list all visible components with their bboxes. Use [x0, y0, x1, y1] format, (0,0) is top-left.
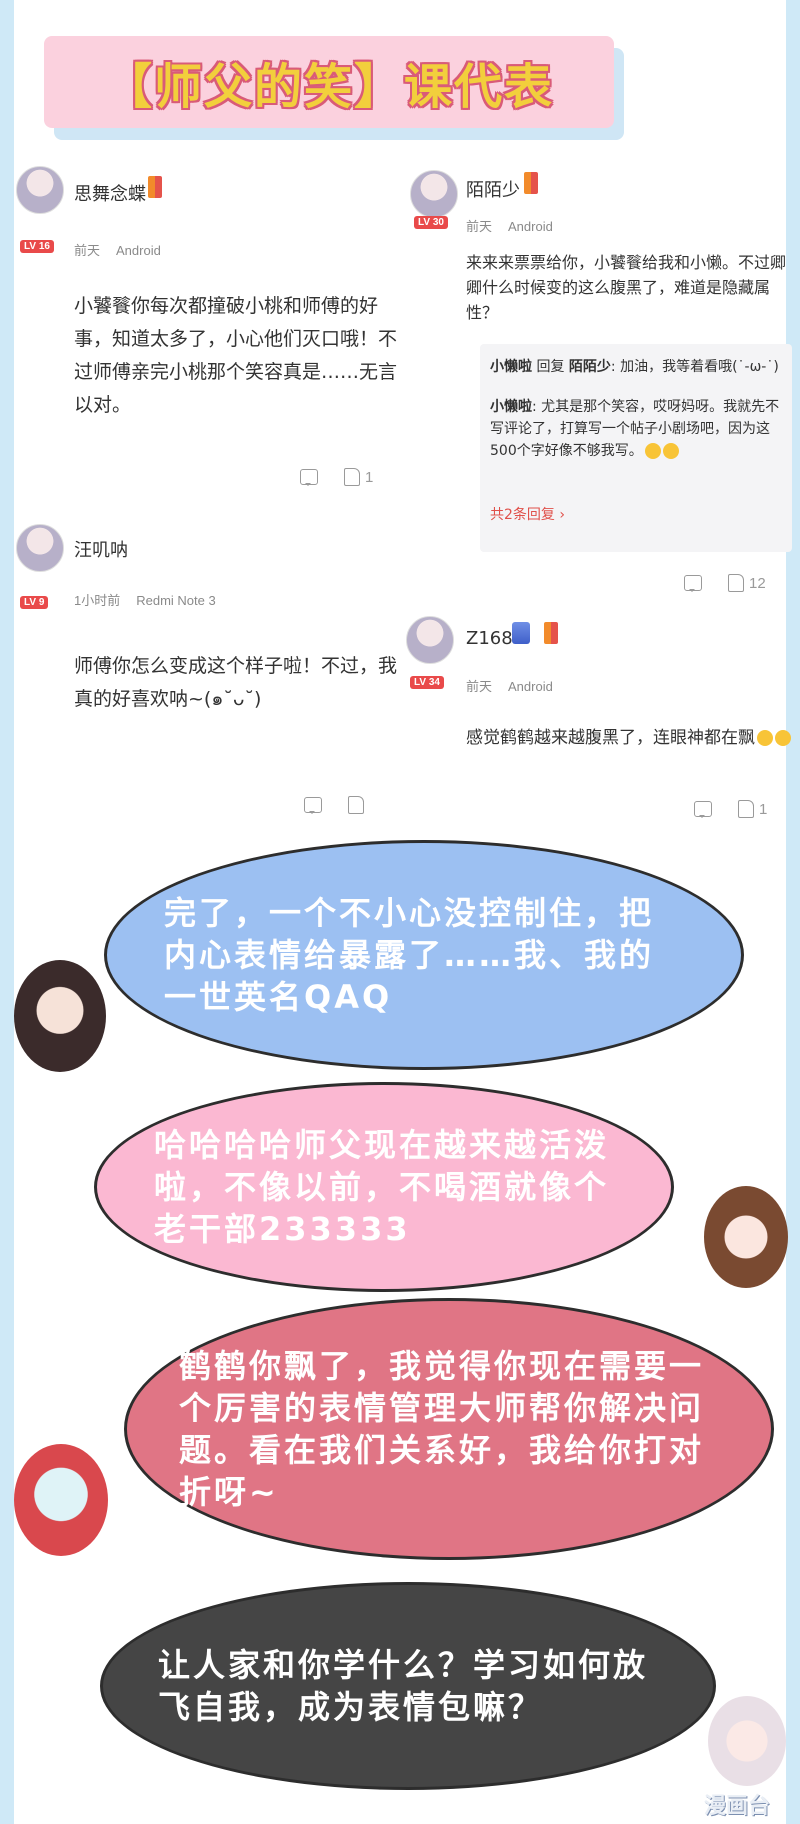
level-badge: LV 16 [20, 240, 54, 253]
level-badge: LV 34 [410, 676, 444, 689]
comment-text-content: 感觉鹤鹤越来越腹黑了，连眼神都在飘 [466, 728, 755, 748]
reply-icon[interactable] [304, 797, 322, 814]
like-button[interactable]: 1 [738, 800, 767, 818]
fan-badge-icon [148, 176, 162, 198]
speech-bubble-red: 鹤鹤你飘了，我觉得你现在需要一个厉害的表情管理大师帮你解决问题。看在我们关系好，… [124, 1298, 774, 1560]
page-title: 【师父的笑】课代表 [103, 59, 554, 115]
more-replies-link[interactable]: 共2条回复 › [490, 504, 565, 524]
level-badge: LV 9 [20, 596, 49, 609]
comment-time: 前天 [466, 679, 493, 694]
avatar[interactable] [406, 616, 454, 664]
comment-device: Android [508, 219, 553, 234]
speech-bubble-dark: 让人家和你学什么？学习如何放飞自我，成为表情包嘛？ [100, 1582, 716, 1790]
like-button[interactable] [348, 796, 369, 814]
bubble-text: 让人家和你学什么？学习如何放飞自我，成为表情包嘛？ [158, 1646, 649, 1726]
reply-target[interactable]: 陌陌少 [569, 359, 611, 375]
username[interactable]: 陌陌少 [466, 176, 520, 202]
reply-text: : 加油，我等着看哦(˙-ω-˙) [610, 359, 779, 375]
laughing-emoji-icon [757, 730, 773, 746]
reply-item: 小懒啦: 尤其是那个笑容，哎呀妈呀。我就先不写评论了，打算写一个帖子小剧场吧，因… [490, 396, 782, 462]
comment-text: 小饕餮你每次都撞破小桃和师傅的好事，知道太多了，小心他们灭口哦！不过师傅亲完小桃… [74, 295, 398, 416]
laughing-emoji-icon [662, 443, 679, 459]
laughing-emoji-icon [775, 730, 791, 746]
thumbs-up-icon [728, 574, 744, 592]
reply-box: 小懒啦 回复 陌陌少: 加油，我等着看哦(˙-ω-˙) 小懒啦: 尤其是那个笑容… [480, 344, 792, 552]
like-button[interactable]: 1 [344, 468, 373, 486]
fan-badge-icon [524, 172, 538, 194]
reply-icon[interactable] [694, 801, 712, 818]
character-master-portrait [14, 960, 106, 1072]
title-banner: 【师父的笑】课代表 [44, 36, 614, 128]
thumbs-up-icon [348, 796, 364, 814]
comment-device: Redmi Note 3 [136, 593, 216, 608]
bubble-text: 哈哈哈哈师父现在越来越活泼啦，不像以前，不喝酒就像个老干部233333 [154, 1126, 610, 1248]
comment-meta: 前天 Android [466, 676, 569, 695]
fan-badge-icon [512, 622, 530, 644]
comment-meta: 前天 Android [74, 240, 177, 259]
thumbs-up-icon [344, 468, 360, 486]
reply-icon[interactable] [684, 575, 702, 592]
comment-meta: 1小时前 Redmi Note 3 [74, 590, 232, 609]
reply-user[interactable]: 小懒啦 [490, 359, 532, 375]
username[interactable]: 思舞念蝶 [74, 180, 146, 206]
username[interactable]: Z168 [466, 628, 513, 649]
bubble-text: 完了，一个不小心没控制住，把内心表情给暴露了……我、我的一世英名QAQ [164, 894, 655, 1016]
comment-text: 感觉鹤鹤越来越腹黑了，连眼神都在飘 [466, 726, 796, 751]
comment-time: 前天 [74, 243, 101, 258]
reply-user[interactable]: 小懒啦 [490, 399, 532, 415]
character-dragon-portrait [14, 1444, 108, 1556]
like-count: 1 [759, 800, 768, 818]
comment-device: Android [508, 679, 553, 694]
comment-text: 来来来票票给你，小饕餮给我和小懒。不过卿卿什么时候变的这么腹黑了，难道是隐藏属性… [466, 253, 787, 322]
comment-text: 师傅你怎么变成这个样子啦！不过，我真的好喜欢呐~(๑˘ᴗ˘) [74, 655, 398, 710]
like-count: 12 [749, 574, 766, 592]
comment-actions: 1 [300, 468, 373, 486]
character-white-hair-portrait [708, 1696, 786, 1786]
reply-item: 小懒啦 回复 陌陌少: 加油，我等着看哦(˙-ω-˙) [490, 356, 782, 378]
bubble-text: 鹤鹤你飘了，我觉得你现在需要一个厉害的表情管理大师帮你解决问题。看在我们关系好，… [179, 1347, 705, 1511]
fan-badge-icon [544, 622, 558, 644]
thumbs-up-icon [738, 800, 754, 818]
like-button[interactable]: 12 [728, 574, 766, 592]
avatar[interactable] [410, 170, 458, 218]
level-badge: LV 30 [414, 216, 448, 229]
character-girl-portrait [704, 1186, 788, 1288]
left-edge-decoration [0, 0, 14, 1824]
reply-action: 回复 [536, 359, 565, 375]
page: 【师父的笑】课代表 LV 16 思舞念蝶 前天 Android 小饕餮你每次都撞破… [14, 0, 792, 1824]
comment-meta: 前天 Android [466, 216, 569, 235]
reply-text: : 尤其是那个笑容，哎呀妈呀。我就先不写评论了，打算写一个帖子小剧场吧，因为这5… [490, 399, 780, 459]
avatar[interactable] [16, 524, 64, 572]
username[interactable]: 汪叽呐 [74, 536, 128, 562]
comment-time: 前天 [466, 219, 493, 234]
comment-actions [304, 796, 369, 814]
comment-actions: 1 [694, 800, 767, 818]
reply-icon[interactable] [300, 469, 318, 486]
laughing-emoji-icon [644, 443, 661, 459]
like-count: 1 [365, 468, 374, 486]
speech-bubble-blue: 完了，一个不小心没控制住，把内心表情给暴露了……我、我的一世英名QAQ [104, 840, 744, 1070]
comment-actions: 12 [684, 574, 766, 592]
avatar[interactable] [16, 166, 64, 214]
watermark-logo: 漫画台 [704, 1794, 771, 1819]
comment-device: Android [116, 243, 161, 258]
comment-time: 1小时前 [74, 593, 121, 608]
speech-bubble-pink: 哈哈哈哈师父现在越来越活泼啦，不像以前，不喝酒就像个老干部233333 [94, 1082, 674, 1292]
